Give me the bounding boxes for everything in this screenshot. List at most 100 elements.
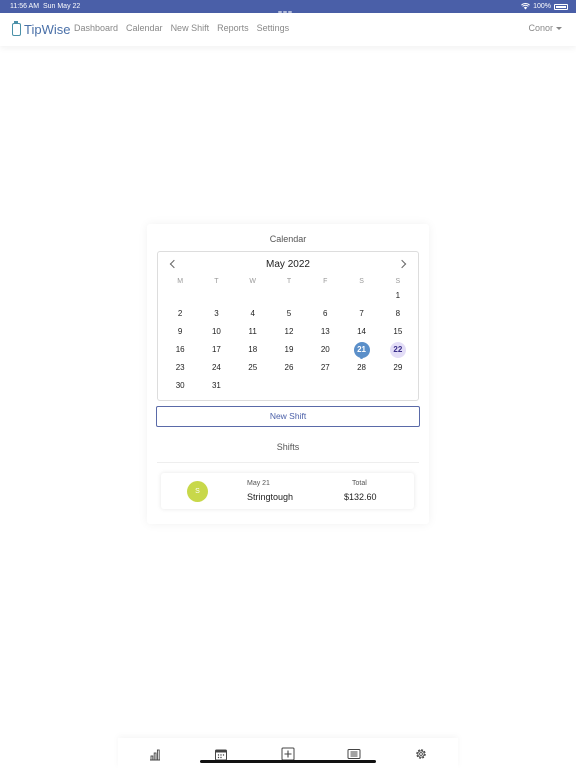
nav-link-calendar[interactable]: Calendar <box>126 23 163 33</box>
calendar-month-label: May 2022 <box>266 259 310 270</box>
calendar-day-number: 21 <box>353 342 370 358</box>
status-time-date: 11:56 AM Sun May 22 <box>10 0 80 13</box>
calendar-day[interactable]: 16 <box>162 341 198 359</box>
calendar-day-number: 28 <box>357 363 367 372</box>
calendar-day[interactable]: 7 <box>343 305 379 323</box>
calendar-day[interactable]: 9 <box>162 323 198 341</box>
calendar-day[interactable]: 28 <box>343 359 379 377</box>
calendar-day-number: 20 <box>320 345 330 354</box>
divider <box>157 462 419 463</box>
calendar-day-number: 19 <box>284 345 294 354</box>
weekday-label: F <box>323 278 328 285</box>
list-icon[interactable] <box>347 747 361 761</box>
weekday-label: S <box>395 278 401 285</box>
shift-total-label: Total <box>352 480 367 487</box>
calendar-day[interactable]: 26 <box>271 359 307 377</box>
calendar-day[interactable]: 8 <box>380 305 416 323</box>
calendar-day-number: 30 <box>175 381 185 390</box>
calendar-day[interactable]: 29 <box>380 359 416 377</box>
calendar-day-number: 5 <box>286 309 292 318</box>
multitasking-dots[interactable] <box>278 5 298 13</box>
calendar-day[interactable]: 5 <box>271 305 307 323</box>
calendar-day[interactable]: 22 <box>380 341 416 359</box>
nav-link-settings[interactable]: Settings <box>257 23 290 33</box>
calendar-day[interactable]: 14 <box>343 323 379 341</box>
weekday-label: M <box>177 278 184 285</box>
calendar-day[interactable]: 3 <box>198 305 234 323</box>
tip-jar-icon <box>12 21 21 36</box>
brand-name: TipWise <box>24 22 71 37</box>
calendar-header: May 2022 <box>158 259 418 273</box>
bar-chart-icon[interactable] <box>148 747 162 761</box>
status-date: Sun May 22 <box>42 3 81 10</box>
calendar-day-number: 7 <box>359 309 364 318</box>
calendar-day-number: 31 <box>211 381 221 390</box>
calendar-day-number: 4 <box>250 309 255 318</box>
calendar-day-number: 23 <box>175 363 185 372</box>
calendar-day-number: 26 <box>284 363 294 372</box>
calendar-day[interactable]: 11 <box>235 323 271 341</box>
nav-links: Dashboard Calendar New Shift Reports Set… <box>74 23 289 33</box>
calendar-day-number: 25 <box>248 363 258 372</box>
calendar-day[interactable]: 10 <box>198 323 234 341</box>
calendar-day-number: 10 <box>211 327 221 336</box>
calendar-day[interactable]: 25 <box>235 359 271 377</box>
weekday-label: T <box>286 278 292 285</box>
calendar-day[interactable]: 19 <box>271 341 307 359</box>
calendar-day-number: 18 <box>248 345 258 354</box>
calendar-day[interactable]: 23 <box>162 359 198 377</box>
chevron-down-icon <box>556 26 562 30</box>
calendar-day[interactable]: 17 <box>198 341 234 359</box>
calendar-day[interactable]: 24 <box>198 359 234 377</box>
shift-date: May 21 <box>247 480 270 487</box>
new-shift-button[interactable]: New Shift <box>156 406 420 427</box>
user-name: Conor <box>528 23 553 33</box>
calendar-day-number: 6 <box>323 309 328 318</box>
calendar-day-number: 22 <box>389 342 406 358</box>
shift-name: Stringtough <box>247 492 294 502</box>
calendar-day[interactable]: 4 <box>235 305 271 323</box>
calendar-day[interactable]: 13 <box>307 323 343 341</box>
weekday-label: S <box>359 278 364 285</box>
bottom-tab-bar <box>118 738 458 768</box>
calendar-day-number: 3 <box>214 309 219 318</box>
calendar-day-number: 11 <box>248 327 257 336</box>
calendar-day[interactable]: 30 <box>162 377 198 395</box>
top-navbar: TipWise Dashboard Calendar New Shift Rep… <box>0 13 576 46</box>
nav-link-dashboard[interactable]: Dashboard <box>74 23 118 33</box>
brand-logo[interactable]: TipWise <box>12 21 71 37</box>
shift-list-item[interactable]: S May 21 Stringtough Total $132.60 <box>161 473 414 509</box>
nav-link-new-shift[interactable]: New Shift <box>171 23 210 33</box>
calendar-day[interactable]: 2 <box>162 305 198 323</box>
calendar-day-number: 8 <box>395 309 401 318</box>
home-indicator[interactable] <box>200 760 376 763</box>
calendar-day[interactable]: 6 <box>307 305 343 323</box>
calendar-day[interactable]: 12 <box>271 323 307 341</box>
calendar-day[interactable]: 20 <box>307 341 343 359</box>
battery-icon <box>554 3 568 10</box>
wifi-icon <box>521 3 531 10</box>
card-title: Calendar <box>269 234 307 244</box>
calendar-day[interactable]: 31 <box>198 377 234 395</box>
calendar-day-number: 2 <box>177 309 183 318</box>
calendar-day-number: 15 <box>393 327 403 336</box>
nav-link-reports[interactable]: Reports <box>217 23 249 33</box>
calendar-day-number: 16 <box>175 345 185 354</box>
calendar-day[interactable]: 18 <box>235 341 271 359</box>
status-right: 100% <box>521 0 568 13</box>
user-menu[interactable]: Conor <box>528 23 562 33</box>
plus-square-icon[interactable] <box>281 747 295 761</box>
calendar-day[interactable]: 21 <box>343 341 379 359</box>
calendar-day-number: 14 <box>357 327 367 336</box>
weekday-label: T <box>214 278 219 285</box>
calendar-icon[interactable] <box>214 747 228 761</box>
calendar-day[interactable]: 27 <box>307 359 343 377</box>
gear-icon[interactable] <box>414 747 428 761</box>
shift-total: $132.60 <box>344 492 377 502</box>
calendar-widget: May 2022 M T W T F S S 1 2 3 4 5 6 7 8 9 10 11 12 13 14 15 16 1… <box>157 251 419 401</box>
weekday-label: W <box>249 278 256 285</box>
calendar-day[interactable]: 15 <box>380 323 416 341</box>
status-bar: 11:56 AM Sun May 22 100% <box>0 0 576 13</box>
calendar-day[interactable]: 1 <box>380 287 416 305</box>
status-time: 11:56 AM <box>10 3 40 10</box>
